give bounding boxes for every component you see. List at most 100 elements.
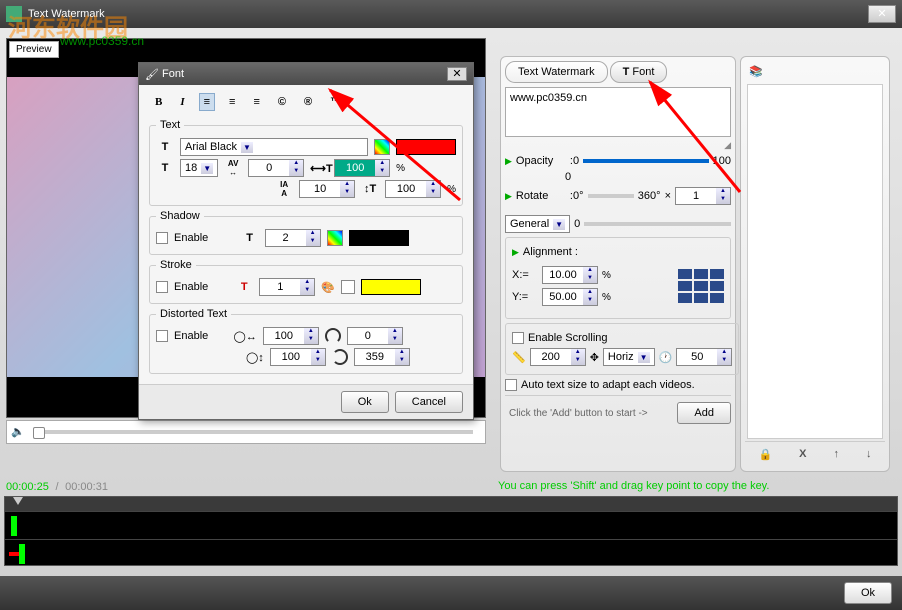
italic-button[interactable]: I <box>176 94 188 110</box>
align-mr[interactable] <box>710 281 724 291</box>
fill-color-icon[interactable]: 🎨 <box>321 281 335 294</box>
ruler-icon: 📏 <box>512 351 526 364</box>
distort-a-spinner[interactable]: ▲▼ <box>263 327 319 345</box>
bold-button[interactable]: B <box>151 94 166 110</box>
shift-tip: You can press 'Shift' and drag key point… <box>498 480 769 492</box>
timeline[interactable] <box>4 496 898 566</box>
playhead-icon[interactable] <box>13 497 23 505</box>
width-scale-icon: ⟷T <box>310 162 328 175</box>
arc-horiz-icon: ◯↔ <box>234 330 257 343</box>
line-height-spinner[interactable]: ▲▼ <box>299 180 355 198</box>
font-family-dropdown[interactable]: Arial Black▼ <box>180 138 368 156</box>
size-icon: T <box>156 162 174 174</box>
align-ml[interactable] <box>678 281 692 291</box>
shadow-size-spinner[interactable]: ▲▼ <box>265 229 321 247</box>
text-color-picker[interactable] <box>374 139 390 155</box>
rotate-multiplier[interactable]: ▲▼ <box>675 187 731 205</box>
scroll-speed-spinner[interactable]: ▲▼ <box>676 348 732 366</box>
text-color-swatch[interactable] <box>396 139 456 155</box>
resize-grip-icon[interactable]: ◢ <box>505 140 731 151</box>
alignment-group: ▶Alignment : X:= ▲▼ % Y:= ▲▼ % <box>505 237 731 319</box>
scroll-width-spinner[interactable]: ▲▼ <box>530 348 586 366</box>
rotate-slider[interactable] <box>588 194 634 198</box>
autosize-checkbox[interactable] <box>505 379 517 391</box>
align-x-spinner[interactable]: ▲▼ <box>542 266 598 284</box>
copyright-button[interactable]: © <box>274 94 290 110</box>
arc-vert-icon: ◯↕ <box>246 351 264 364</box>
letter-spacing-icon: AV↔ <box>224 159 242 177</box>
direction-icon: ✥ <box>590 351 599 364</box>
keyframe[interactable] <box>9 552 19 556</box>
delete-button[interactable]: X <box>799 448 806 461</box>
trademark-button[interactable]: ™ <box>326 94 345 110</box>
align-tc[interactable] <box>694 269 708 279</box>
align-center-button[interactable]: ≡ <box>225 94 239 110</box>
align-bc[interactable] <box>694 293 708 303</box>
stroke-size-spinner[interactable]: ▲▼ <box>259 278 315 296</box>
rotate-label: Rotate <box>516 190 566 202</box>
stroke-enable-checkbox[interactable] <box>156 281 168 293</box>
keyframe[interactable] <box>11 516 17 536</box>
watermark-text-input[interactable]: www.pc0359.cn <box>505 87 731 137</box>
font-icon: T <box>156 141 174 153</box>
move-up-button[interactable]: ↑ <box>834 448 840 461</box>
font-dialog-title: Font <box>162 68 184 80</box>
volume-icon[interactable]: 🔈 <box>11 425 25 439</box>
font-cancel-button[interactable]: Cancel <box>395 391 463 413</box>
opacity-slider[interactable] <box>583 159 709 163</box>
height-scale-spinner[interactable]: ▲▼ <box>385 180 441 198</box>
align-left-button[interactable]: ≡ <box>199 93 215 111</box>
window-close-button[interactable]: ✕ <box>868 5 896 23</box>
layers-icon: 📚 <box>749 66 763 78</box>
enable-scrolling-checkbox[interactable] <box>512 332 524 344</box>
stroke-color-swatch[interactable] <box>361 279 421 295</box>
distort-enable-checkbox[interactable] <box>156 330 168 342</box>
window-title: Text Watermark <box>28 8 105 20</box>
opacity-value: 0 <box>565 171 571 183</box>
blend-slider[interactable] <box>584 222 731 226</box>
move-down-button[interactable]: ↓ <box>866 448 872 461</box>
settings-panel: Text Watermark T Font www.pc0359.cn ◢ ▶ … <box>500 56 736 472</box>
scrolling-group: Enable Scrolling 📏 ▲▼ ✥ Horiz▼ 🕐 ▲▼ <box>505 323 739 375</box>
alignment-label: Alignment : <box>523 246 578 258</box>
align-y-spinner[interactable]: ▲▼ <box>542 288 598 306</box>
width-scale-spinner[interactable]: ▲▼ <box>334 159 390 177</box>
tab-text-watermark[interactable]: Text Watermark <box>505 61 608 83</box>
main-ok-button[interactable]: Ok <box>844 582 892 604</box>
layers-panel: 📚 🔒 X ↑ ↓ <box>740 56 890 472</box>
align-tl[interactable] <box>678 269 692 279</box>
shadow-color-picker[interactable] <box>327 230 343 246</box>
lock-button[interactable]: 🔒 <box>758 448 772 461</box>
font-dialog: 🖌 Font ✕ B I ≡ ≡ ≡ © ® ™ Text T Arial Bl… <box>138 62 474 420</box>
arc-icon <box>325 328 341 344</box>
play-marker-icon: ▶ <box>505 156 512 167</box>
align-tr[interactable] <box>710 269 724 279</box>
font-ok-button[interactable]: Ok <box>341 391 389 413</box>
shadow-color-swatch[interactable] <box>349 230 409 246</box>
fill-color-swatch[interactable] <box>341 280 355 294</box>
alignment-grid[interactable] <box>678 269 724 303</box>
align-right-button[interactable]: ≡ <box>249 94 263 110</box>
shadow-enable-checkbox[interactable] <box>156 232 168 244</box>
distort-d-spinner[interactable]: ▲▼ <box>354 348 410 366</box>
volume-slider[interactable] <box>33 430 473 434</box>
line-height-icon: IAA <box>275 180 293 198</box>
play-marker-icon: ▶ <box>505 191 512 202</box>
clock-icon: 🕐 <box>659 351 673 364</box>
font-size-dropdown[interactable]: 18▼ <box>180 159 218 177</box>
align-br[interactable] <box>710 293 724 303</box>
blend-mode-dropdown[interactable]: General▼ <box>505 215 570 233</box>
registered-button[interactable]: ® <box>300 94 316 110</box>
distort-c-spinner[interactable]: ▲▼ <box>270 348 326 366</box>
letter-spacing-spinner[interactable]: ▲▼ <box>248 159 304 177</box>
distort-b-spinner[interactable]: ▲▼ <box>347 327 403 345</box>
font-dialog-close-button[interactable]: ✕ <box>447 67 467 81</box>
tab-font[interactable]: T Font <box>610 61 668 83</box>
keyframe[interactable] <box>19 544 25 564</box>
align-bl[interactable] <box>678 293 692 303</box>
timecode: 00:00:25 / 00:00:31 <box>6 480 108 493</box>
scroll-direction-dropdown[interactable]: Horiz▼ <box>603 348 655 366</box>
add-button[interactable]: Add <box>677 402 731 424</box>
layers-list[interactable] <box>747 84 883 439</box>
align-mc[interactable] <box>694 281 708 291</box>
